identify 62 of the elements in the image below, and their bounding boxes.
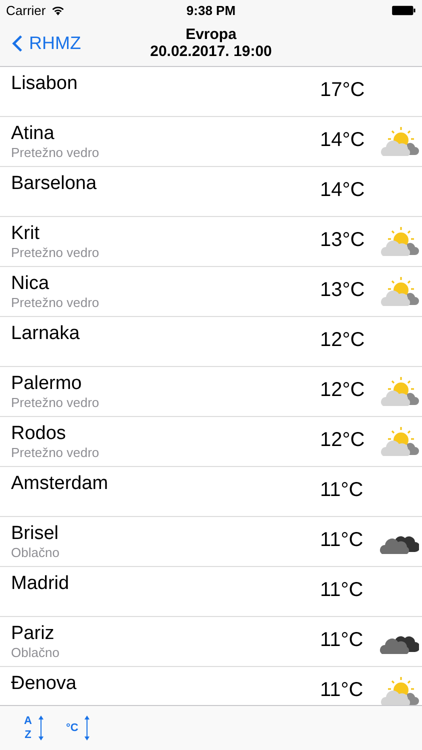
condition-text: Pretežno vedro bbox=[11, 145, 100, 161]
wifi-icon bbox=[50, 4, 65, 16]
back-chevron-icon bbox=[12, 34, 23, 52]
condition-text: Pretežno vedro bbox=[11, 445, 100, 461]
city-row[interactable]: Larnaka 12°C bbox=[0, 317, 422, 367]
temperature: 11°C bbox=[320, 679, 364, 702]
up-down-arrow-icon bbox=[84, 715, 90, 741]
city-name: Krit bbox=[11, 222, 40, 245]
city-name: Barselona bbox=[11, 172, 98, 195]
battery-icon bbox=[392, 4, 416, 16]
temperature: 13°C bbox=[320, 279, 366, 302]
condition-text: Pretežno vedro bbox=[11, 295, 100, 311]
temperature: 11°C bbox=[320, 529, 364, 552]
sun-cloud-icon bbox=[379, 226, 419, 258]
nav-subtitle: 20.02.2017. 19:00 bbox=[150, 43, 272, 60]
city-name: Rodos bbox=[11, 422, 67, 445]
status-time: 9:38 PM bbox=[186, 2, 236, 18]
city-name: Madrid bbox=[11, 572, 70, 595]
city-name: Đenova bbox=[11, 672, 78, 695]
city-name: Nica bbox=[11, 272, 50, 295]
nav-title: Evropa bbox=[186, 26, 236, 43]
city-row[interactable]: Pariz Oblačno 11°C bbox=[0, 617, 422, 667]
city-row[interactable]: Rodos Pretežno vedro 12°C bbox=[0, 417, 422, 467]
city-row[interactable]: Madrid 11°C bbox=[0, 567, 422, 617]
city-row[interactable]: Atina Pretežno vedro 14°C bbox=[0, 117, 422, 167]
city-row[interactable]: Barselona 14°C bbox=[0, 167, 422, 217]
condition-text: Oblačno bbox=[11, 645, 60, 661]
condition-text: Oblačno bbox=[11, 545, 60, 561]
sort-by-name-button[interactable]: A Z bbox=[24, 714, 44, 742]
temperature: 12°C bbox=[320, 429, 366, 452]
temperature: 17°C bbox=[320, 79, 366, 102]
city-row[interactable]: Lisabon 17°C bbox=[0, 67, 422, 117]
city-name: Larnaka bbox=[11, 322, 81, 345]
condition-text: Pretežno vedro bbox=[11, 245, 100, 261]
city-name: Atina bbox=[11, 122, 56, 145]
city-name: Brisel bbox=[11, 522, 60, 545]
city-row[interactable]: Krit Pretežno vedro 13°C bbox=[0, 217, 422, 267]
sun-cloud-icon bbox=[379, 426, 419, 458]
carrier-name: Carrier bbox=[6, 2, 46, 18]
temperature: 11°C bbox=[320, 479, 364, 502]
temperature: 12°C bbox=[320, 329, 366, 352]
sun-cloud-icon bbox=[379, 276, 419, 308]
city-name: Lisabon bbox=[11, 72, 79, 95]
sort-by-temperature-button[interactable]: °C bbox=[66, 715, 90, 741]
sun-cloud-icon bbox=[379, 126, 419, 158]
temperature: 11°C bbox=[320, 579, 364, 602]
temperature: 13°C bbox=[320, 229, 366, 252]
temperature: 14°C bbox=[320, 129, 366, 152]
up-down-arrow-icon bbox=[38, 715, 44, 741]
city-row[interactable]: Nica Pretežno vedro 13°C bbox=[0, 267, 422, 317]
city-row[interactable]: Palermo Pretežno vedro 12°C bbox=[0, 367, 422, 417]
city-row[interactable]: Amsterdam 11°C bbox=[0, 467, 422, 517]
city-row[interactable]: Brisel Oblačno 11°C bbox=[0, 517, 422, 567]
sun-cloud-icon bbox=[379, 376, 419, 408]
temperature: 11°C bbox=[320, 629, 364, 652]
back-button[interactable]: RHMZ bbox=[0, 28, 81, 58]
city-name: Amsterdam bbox=[11, 472, 110, 495]
temperature: 12°C bbox=[320, 379, 366, 402]
city-name: Pariz bbox=[11, 622, 56, 645]
city-name: Palermo bbox=[11, 372, 83, 395]
condition-text: Pretežno vedro bbox=[11, 395, 100, 411]
temperature: 14°C bbox=[320, 179, 366, 202]
